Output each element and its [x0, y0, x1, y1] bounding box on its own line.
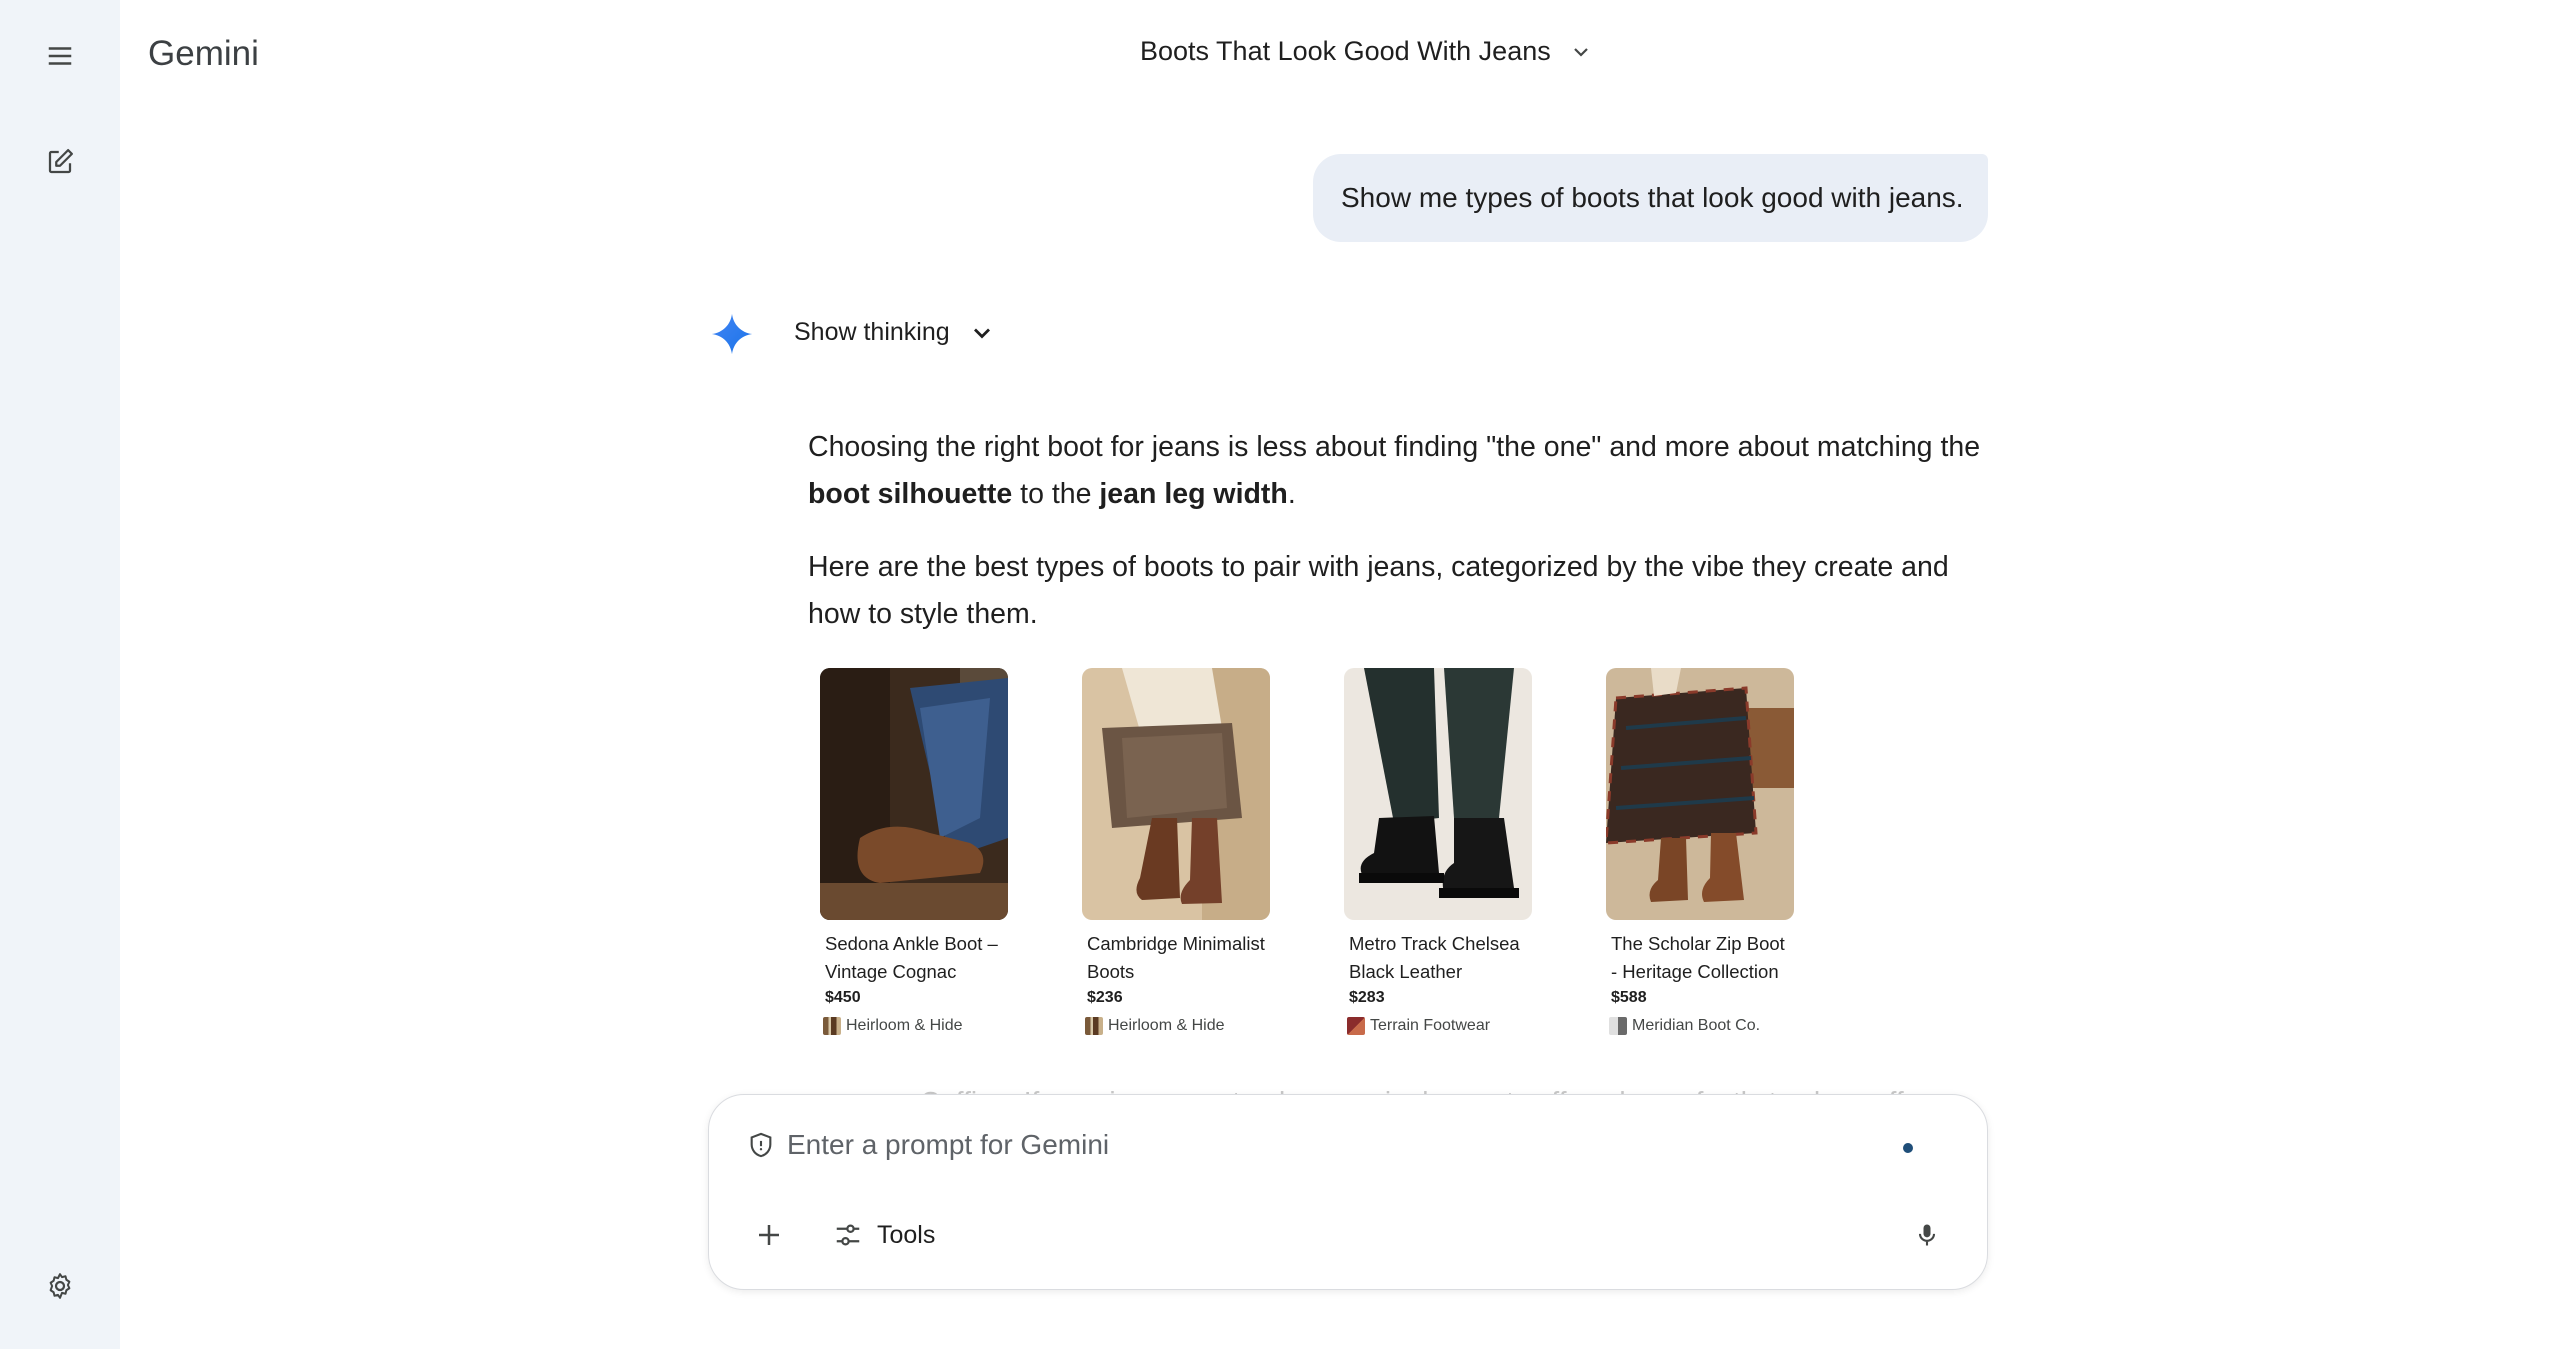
- text-span: .: [1287, 478, 1296, 510]
- gemini-spark-icon: [711, 313, 753, 355]
- response-paragraph: Here are the best types of boots to pair…: [808, 551, 1949, 630]
- main-menu-button[interactable]: [30, 26, 90, 86]
- product-seller: Heirloom & Hide: [820, 1017, 1008, 1035]
- settings-icon: [49, 1273, 71, 1299]
- product-seller: Meridian Boot Co.: [1606, 1017, 1794, 1035]
- bold-text: jean leg width: [1099, 478, 1288, 510]
- prompt-input[interactable]: Enter a prompt for Gemini: [747, 1129, 1109, 1161]
- tools-button[interactable]: Tools: [821, 1209, 947, 1261]
- product-seller: Heirloom & Hide: [1082, 1017, 1270, 1035]
- microphone-icon: [1918, 1224, 1936, 1246]
- prompt-placeholder: Enter a prompt for Gemini: [787, 1129, 1110, 1160]
- seller-logo-icon: [1609, 1017, 1627, 1035]
- seller-logo-icon: [1085, 1017, 1103, 1035]
- product-card[interactable]: Sedona Ankle Boot – Vintage Cognac $450 …: [820, 668, 1008, 1035]
- sidebar: [0, 0, 120, 1349]
- product-card[interactable]: Metro Track Chelsea Black Leather $283 T…: [1344, 668, 1532, 1035]
- product-name[interactable]: Sedona Ankle Boot – Vintage Cognac: [820, 930, 1008, 986]
- conversation-title: Boots That Look Good With Jeans: [1140, 36, 1551, 66]
- product-card[interactable]: The Scholar Zip Boot - Heritage Collecti…: [1606, 668, 1794, 1035]
- seller-logo-icon: [823, 1017, 841, 1035]
- product-image[interactable]: [1344, 668, 1532, 920]
- seller-logo-icon: [1347, 1017, 1365, 1035]
- text-span: Choosing the right boot for jeans is les…: [808, 431, 1981, 463]
- product-price: $588: [1611, 989, 1647, 1006]
- tools-icon: [836, 1224, 860, 1246]
- product-name[interactable]: Metro Track Chelsea Black Leather: [1344, 930, 1532, 986]
- chevron-down-icon: [973, 328, 990, 338]
- boot-photo-image: [820, 668, 1008, 920]
- new-chat-icon: [48, 149, 73, 174]
- boot-photo-image: [1082, 668, 1270, 920]
- user-message-text: Show me types of boots that look good wi…: [1341, 182, 1964, 213]
- app-brand[interactable]: Gemini: [148, 34, 259, 74]
- menu-icon: [48, 47, 72, 65]
- product-image[interactable]: [1082, 668, 1270, 920]
- response-paragraph: Choosing the right boot for jeans is les…: [808, 424, 1988, 518]
- text-span: to the: [1012, 478, 1100, 510]
- chevron-down-icon: [1573, 47, 1588, 57]
- prompt-composer: Enter a prompt for Gemini Tools: [708, 1094, 1988, 1290]
- response-body: Choosing the right boot for jeans is les…: [808, 424, 1988, 638]
- conversation-title-dropdown[interactable]: Boots That Look Good With Jeans: [1140, 36, 1593, 67]
- seller-name: Terrain Footwear: [1370, 1017, 1491, 1034]
- tools-label: Tools: [877, 1220, 936, 1249]
- plus-icon: [759, 1225, 779, 1245]
- product-carousel: Sedona Ankle Boot – Vintage Cognac $450 …: [820, 668, 1794, 1035]
- show-thinking-label: Show thinking: [794, 318, 950, 346]
- product-price: $450: [825, 989, 861, 1006]
- seller-name: Heirloom & Hide: [1108, 1017, 1225, 1034]
- product-image[interactable]: [1606, 668, 1794, 920]
- status-dot: [1903, 1143, 1913, 1153]
- shield-icon: [750, 1132, 772, 1158]
- boot-photo-image: [1344, 668, 1532, 920]
- user-message-bubble: Show me types of boots that look good wi…: [1313, 154, 1988, 242]
- product-image[interactable]: [820, 668, 1008, 920]
- product-seller: Terrain Footwear: [1344, 1017, 1532, 1035]
- product-price: $283: [1349, 989, 1385, 1006]
- seller-name: Meridian Boot Co.: [1632, 1017, 1761, 1034]
- product-name[interactable]: The Scholar Zip Boot - Heritage Collecti…: [1606, 930, 1794, 986]
- bold-text: boot silhouette: [808, 478, 1013, 510]
- product-name[interactable]: Cambridge Minimalist Boots: [1082, 930, 1270, 986]
- product-card[interactable]: Cambridge Minimalist Boots $236 Heirloom…: [1082, 668, 1270, 1035]
- add-attachment-button[interactable]: [741, 1207, 797, 1263]
- show-thinking-toggle[interactable]: Show thinking: [794, 318, 996, 347]
- boot-photo-image: [1606, 668, 1794, 920]
- new-chat-button[interactable]: [30, 132, 90, 192]
- product-price: $236: [1087, 989, 1123, 1006]
- microphone-button[interactable]: [1899, 1207, 1955, 1263]
- seller-name: Heirloom & Hide: [846, 1017, 963, 1034]
- settings-button[interactable]: [30, 1256, 90, 1316]
